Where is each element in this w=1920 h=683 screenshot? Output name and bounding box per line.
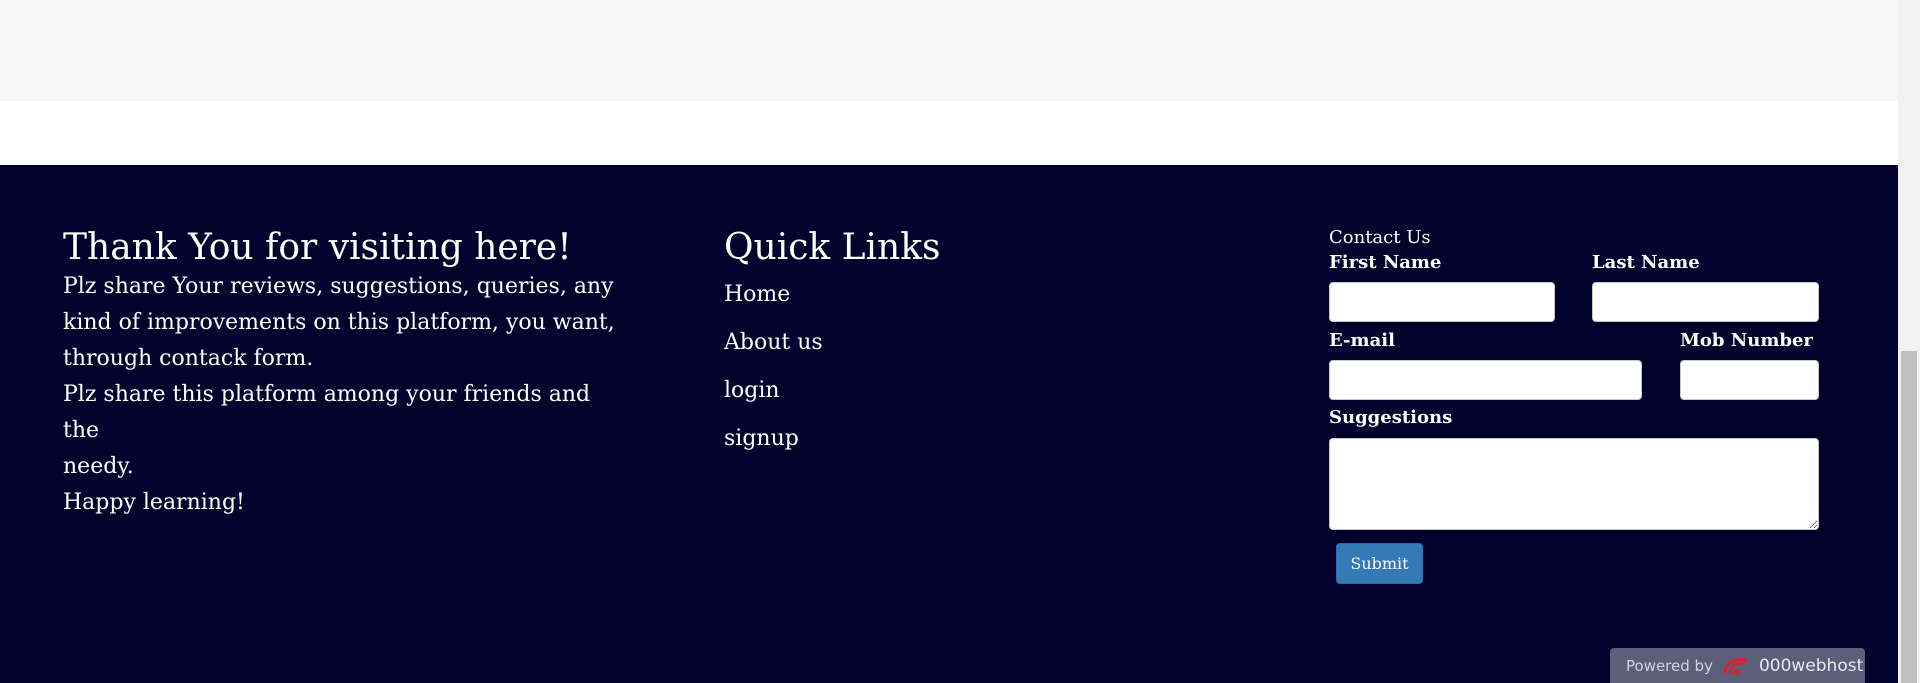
thanks-text-line: kind of improvements on this platform, y… (63, 310, 615, 335)
quick-links-title: Quick Links (724, 227, 941, 268)
email-label: E-mail (1329, 330, 1395, 351)
thanks-text-line: Plz share this platform among your frien… (63, 382, 591, 443)
contact-title: Contact Us (1329, 227, 1431, 248)
000webhost-logo-icon (1721, 654, 1751, 678)
submit-button[interactable]: Submit (1336, 543, 1423, 584)
mob-number-input[interactable] (1680, 360, 1819, 400)
scrollbar-thumb[interactable] (1901, 351, 1917, 683)
suggestions-label: Suggestions (1329, 407, 1453, 428)
link-login[interactable]: login (724, 377, 1024, 405)
powered-by-brand: 000webhost (1758, 655, 1864, 676)
thanks-section: Thank You for visiting here! Plz share Y… (63, 227, 623, 521)
site-footer: Thank You for visiting here! Plz share Y… (0, 165, 1898, 683)
contact-form: Contact Us First Name Last Name E-mail M… (1329, 227, 1819, 584)
quick-links-section: Quick Links Home About us login signup (724, 227, 1024, 473)
thanks-text-line: Plz share Your reviews, suggestions, que… (63, 274, 614, 299)
mob-number-label: Mob Number (1680, 330, 1813, 351)
link-home[interactable]: Home (724, 281, 1024, 309)
scrollbar[interactable] (1898, 0, 1920, 683)
thanks-title: Thank You for visiting here! (63, 227, 572, 268)
thanks-text-line: Happy learning! (63, 490, 245, 515)
link-about-us[interactable]: About us (724, 329, 1024, 357)
suggestions-textarea[interactable] (1329, 438, 1819, 530)
thanks-text-line: needy. (63, 454, 134, 479)
powered-by-text: Powered by (1626, 656, 1713, 675)
link-signup[interactable]: signup (724, 425, 1024, 453)
first-name-input[interactable] (1329, 282, 1555, 322)
page-content-bottom (0, 0, 1898, 101)
email-input[interactable] (1329, 360, 1642, 400)
thanks-text-line: through contack form. (63, 346, 314, 371)
first-name-label: First Name (1329, 252, 1442, 273)
last-name-label: Last Name (1592, 252, 1700, 273)
page-spacer (0, 101, 1898, 165)
last-name-input[interactable] (1592, 282, 1819, 322)
powered-by-badge[interactable]: Powered by 000webhost (1610, 648, 1865, 683)
